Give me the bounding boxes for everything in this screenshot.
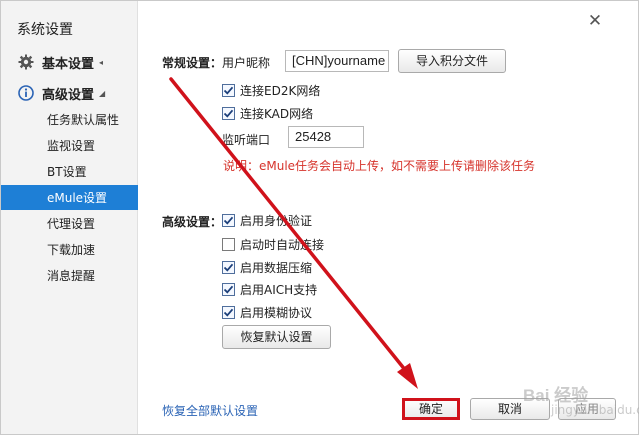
checkbox-label: 启用身份验证 [240, 213, 313, 228]
sidebar-item-emule[interactable]: eMule设置 [1, 185, 138, 210]
import-points-button[interactable]: 导入积分文件 [398, 49, 506, 73]
general-section-title: 常规设置： [162, 56, 223, 70]
nickname-input[interactable]: [CHN]yourname [285, 50, 389, 72]
checkbox-box [222, 260, 235, 274]
info-icon [17, 85, 34, 102]
sidebar-item-acceleration[interactable]: 下载加速 [1, 237, 138, 262]
apply-button[interactable]: 应用 [558, 398, 616, 420]
checkbox-label: 启用数据压缩 [240, 260, 313, 275]
aich-checkbox[interactable]: 启用AICH支持 [222, 280, 317, 298]
sidebar-item-task-defaults[interactable]: 任务默认属性 [1, 107, 138, 132]
sidebar-group-label: 高级设置 [42, 87, 95, 103]
sidebar-item-bt[interactable]: BT设置 [1, 159, 138, 184]
gear-icon [17, 54, 34, 71]
autoconnect-checkbox[interactable]: 启动时自动连接 [222, 235, 324, 253]
cancel-button[interactable]: 取消 [470, 398, 550, 420]
sidebar-group-label: 基本设置 [42, 56, 95, 72]
upload-note: 说明：eMule任务会自动上传，如不需要上传请删除该任务 [223, 159, 536, 173]
ok-button[interactable]: 确定 [402, 398, 460, 420]
checkbox-label: 启用AICH支持 [240, 282, 318, 297]
checkbox-label: 启用模糊协议 [240, 305, 313, 320]
sidebar-group-advanced[interactable]: 高级设置 ◢ [1, 80, 138, 106]
kad-checkbox[interactable]: 连接KAD网络 [222, 104, 313, 122]
obfuscation-checkbox[interactable]: 启用模糊协议 [222, 303, 312, 321]
sidebar-item-monitor[interactable]: 监视设置 [1, 133, 138, 158]
checkbox-box [222, 305, 235, 319]
checkbox-box [222, 213, 235, 227]
sidebar-item-notifications[interactable]: 消息提醒 [1, 263, 138, 288]
restore-all-defaults-link[interactable]: 恢复全部默认设置 [162, 402, 258, 419]
close-icon[interactable]: ✕ [587, 13, 603, 30]
advanced-section-title: 高级设置： [162, 215, 223, 229]
checkbox-box [222, 83, 235, 97]
restore-default-button[interactable]: 恢复默认设置 [222, 325, 331, 349]
checkbox-box [222, 282, 235, 296]
sidebar: 系统设置 基本设置 ◂ 高级设置 ◢ 任务默认属性 监视设置 BT设置 eMul… [1, 1, 138, 434]
port-label: 监听端口 [222, 133, 271, 147]
nickname-label: 用户昵称 [222, 56, 271, 70]
sidebar-group-basic[interactable]: 基本设置 ◂ [1, 49, 138, 75]
port-input[interactable]: 25428 [288, 126, 364, 148]
checkbox-label: 连接ED2K网络 [240, 83, 321, 98]
compression-checkbox[interactable]: 启用数据压缩 [222, 258, 312, 276]
checkbox-label: 启动时自动连接 [240, 237, 325, 252]
ed2k-checkbox[interactable]: 连接ED2K网络 [222, 81, 320, 99]
checkbox-label: 连接KAD网络 [240, 106, 314, 121]
window-title: 系统设置 [17, 22, 73, 38]
checkbox-box [222, 106, 235, 120]
collapse-caret-icon: ◂ [99, 57, 104, 67]
settings-window: 系统设置 基本设置 ◂ 高级设置 ◢ 任务默认属性 监视设置 BT设置 eMul… [0, 0, 639, 435]
sidebar-item-proxy[interactable]: 代理设置 [1, 211, 138, 236]
expand-caret-icon: ◢ [99, 88, 106, 98]
auth-checkbox[interactable]: 启用身份验证 [222, 211, 312, 229]
checkbox-box [222, 237, 235, 251]
